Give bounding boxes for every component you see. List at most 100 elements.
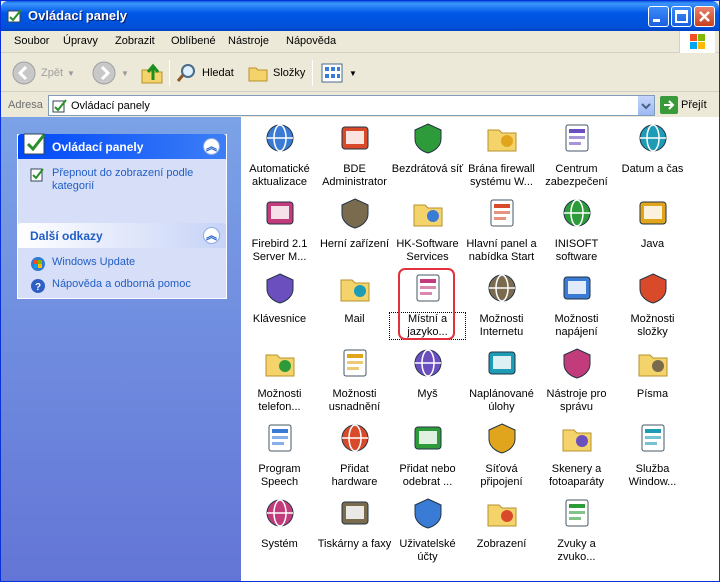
up-button[interactable] [139, 60, 165, 86]
control-panel-section-title: Ovládací panely [52, 140, 144, 154]
collapse-chevron-icon[interactable] [203, 138, 220, 155]
views-button[interactable]: ▼ [321, 60, 357, 86]
menu-nastroje[interactable]: Nástroje [228, 35, 269, 47]
control-panel-item[interactable]: Uživatelské účty [390, 496, 465, 564]
control-panel-item[interactable]: Centrum zabezpečení [539, 121, 614, 189]
taskbar-icon [490, 199, 513, 227]
control-panel-item[interactable]: Nástroje pro správu [539, 346, 614, 414]
control-panel-item[interactable]: Skenery a fotoaparáty [539, 421, 614, 489]
windows-update-icon [31, 257, 45, 271]
control-panel-item[interactable]: Brána firewall systému W... [464, 121, 539, 189]
fonts-icon [638, 354, 667, 377]
back-button[interactable]: Zpět ▼ [11, 60, 75, 86]
forward-button[interactable]: ▼ [91, 60, 129, 86]
search-button[interactable]: Hledat [176, 60, 234, 86]
search-icon [176, 64, 195, 82]
task-pane: Ovládací panely Přepnout do zobrazení po… [1, 117, 241, 581]
forward-dropdown-icon[interactable]: ▼ [121, 69, 129, 78]
control-panel-item[interactable]: HK-Software Services [390, 196, 465, 264]
collapse-chevron-icon[interactable] [203, 227, 220, 244]
windows-update-link[interactable]: Windows Update [30, 256, 216, 272]
views-dropdown-icon[interactable]: ▼ [349, 69, 357, 78]
address-dropdown-button[interactable] [637, 96, 654, 115]
control-panel-item[interactable]: Tiskárny a faxy [317, 496, 392, 551]
control-panel-item[interactable]: Zobrazení [464, 496, 539, 551]
control-panel-item[interactable]: Java [615, 196, 690, 251]
control-panel-item[interactable]: Herní zařízení [317, 196, 392, 251]
item-label: Centrum zabezpečení [545, 163, 608, 188]
control-panel-item[interactable]: Bezdrátová síť [390, 121, 465, 176]
folders-button[interactable]: Složky [247, 60, 305, 86]
wireless-icon [414, 123, 441, 154]
go-label: Přejít [681, 99, 707, 111]
item-label: Možnosti telefon... [257, 388, 302, 413]
maximize-button[interactable] [671, 6, 692, 27]
control-panel-item[interactable]: Automatické aktualizace [242, 121, 317, 189]
control-panel-item[interactable]: Možnosti usnadnění [317, 346, 392, 414]
control-panel-item[interactable]: INISOFT software [539, 196, 614, 264]
control-panel-item[interactable]: Myš [390, 346, 465, 401]
java-icon [639, 201, 666, 225]
control-panel-item[interactable]: Síťová připojení [464, 421, 539, 489]
control-panel-item[interactable]: Program Speech [242, 421, 317, 489]
go-arrow-icon [660, 96, 678, 114]
maximize-icon [675, 10, 688, 23]
help-icon: ? [31, 279, 45, 293]
control-panel-item[interactable]: Možnosti složky [615, 271, 690, 339]
item-label: Nástroje pro správu [546, 388, 607, 413]
item-label: INISOFT software [554, 238, 599, 263]
item-label: BDE Administrator [322, 163, 387, 188]
see-also-section-header[interactable]: Další odkazy [18, 223, 226, 248]
phone-icon [265, 354, 294, 377]
switch-category-view-link[interactable]: Přepnout do zobrazení podle kategorií [30, 167, 216, 193]
control-panel-item[interactable]: BDE Administrator [317, 121, 392, 189]
control-panel-item[interactable]: Možnosti napájení [539, 271, 614, 339]
display-icon [487, 504, 516, 527]
see-also-section-title: Další odkazy [30, 229, 103, 243]
item-label: Možnosti usnadnění [328, 388, 381, 413]
users-icon [414, 498, 441, 529]
minimize-button[interactable] [648, 6, 669, 27]
menu-zobrazit[interactable]: Zobrazit [115, 35, 155, 47]
control-panel-item[interactable]: Hlavní panel a nabídka Start [464, 196, 539, 264]
control-panel-item[interactable]: Místní a jazyko... [389, 268, 466, 340]
windows-logo-icon [679, 31, 715, 53]
category-view-icon [30, 168, 44, 182]
control-panel-item[interactable]: Možnosti telefon... [242, 346, 317, 414]
control-panel-item[interactable]: Firebird 2.1 Server M... [242, 196, 317, 264]
control-panel-item[interactable]: Systém [242, 496, 317, 551]
sound-icon [565, 499, 588, 527]
control-panel-item[interactable]: Naplánované úlohy [464, 346, 539, 414]
admin-tools-icon [563, 348, 590, 379]
control-panel-item[interactable]: Datum a čas [615, 121, 690, 176]
control-panel-item[interactable]: Písma [615, 346, 690, 401]
control-panel-item[interactable]: Klávesnice [242, 271, 317, 326]
item-label: Přidat nebo odebrat ... [399, 463, 456, 488]
cardspace-icon [641, 424, 664, 452]
control-panel-item[interactable]: Mail [317, 271, 392, 326]
title-bar[interactable]: Ovládací panely [1, 1, 719, 31]
control-panel-item[interactable]: Možnosti Internetu [464, 271, 539, 339]
menu-soubor[interactable]: Soubor [14, 35, 49, 47]
control-panel-item[interactable]: Zvuky a zvuko... [539, 496, 614, 564]
menu-napoveda[interactable]: Nápověda [286, 35, 336, 47]
windows-update-label: Windows Update [52, 256, 136, 268]
control-panel-item[interactable]: Služba Window... [615, 421, 690, 489]
help-support-link[interactable]: ? Nápověda a odborná pomoc [30, 278, 216, 294]
item-label: Služba Window... [628, 463, 677, 488]
network-icon [488, 423, 515, 454]
close-button[interactable] [694, 6, 715, 27]
firewall-icon [487, 129, 516, 152]
menu-oblibene[interactable]: Oblíbené [171, 35, 216, 47]
views-icon [321, 63, 343, 83]
back-arrow-icon [12, 61, 36, 85]
item-label: Systém [261, 538, 298, 550]
add-hardware-icon [341, 424, 368, 452]
control-panel-section-header[interactable]: Ovládací panely [18, 133, 226, 159]
back-dropdown-icon[interactable]: ▼ [67, 69, 75, 78]
control-panel-item[interactable]: Přidat hardware [317, 421, 392, 489]
go-button[interactable]: Přejít [660, 96, 707, 114]
address-input[interactable]: Ovládací panely [48, 95, 655, 116]
menu-upravy[interactable]: Úpravy [63, 35, 98, 47]
control-panel-item[interactable]: Přidat nebo odebrat ... [390, 421, 465, 489]
